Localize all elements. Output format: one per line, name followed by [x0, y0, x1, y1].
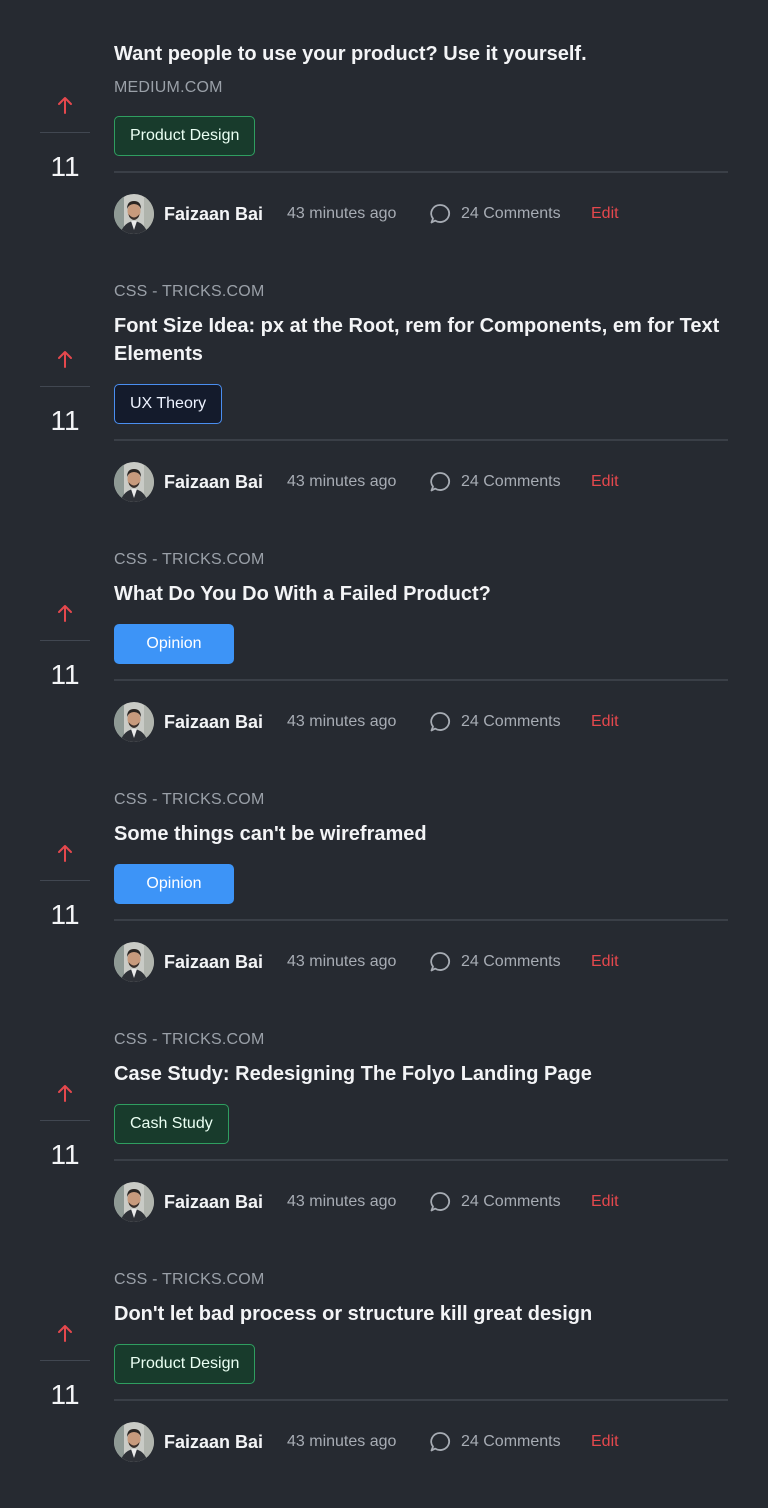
arrow-up-icon[interactable]	[55, 1083, 75, 1103]
author-name[interactable]: Faizaan Bai	[164, 951, 263, 973]
post-tag[interactable]: UX Theory	[114, 384, 223, 424]
post-divider	[114, 439, 728, 441]
comments-link[interactable]: 24 Comments	[461, 1432, 561, 1452]
vote-count: 11	[50, 1379, 80, 1410]
arrow-up-icon[interactable]	[55, 603, 75, 623]
vote-divider	[40, 640, 90, 641]
vote-count: 11	[50, 151, 80, 182]
author-name[interactable]: Faizaan Bai	[164, 1191, 263, 1213]
comments-link[interactable]: 24 Comments	[461, 712, 561, 732]
vote-count: 11	[50, 899, 80, 930]
comments-link[interactable]: 24 Comments	[461, 204, 561, 224]
chat-bubble-icon[interactable]	[429, 203, 451, 225]
post-title[interactable]: Don't let bad process or structure kill …	[114, 1300, 734, 1328]
post-tag[interactable]: Opinion	[114, 624, 234, 664]
edit-link[interactable]: Edit	[591, 1192, 619, 1212]
post-source[interactable]: CSS - TRICKS.COM	[114, 1270, 264, 1290]
author-name[interactable]: Faizaan Bai	[164, 1431, 263, 1453]
arrow-up-icon[interactable]	[55, 349, 75, 369]
post-divider	[114, 1399, 728, 1401]
vote-count: 11	[50, 405, 80, 436]
post-time: 43 minutes ago	[287, 713, 397, 730]
post-source[interactable]: MEDIUM.COM	[114, 78, 223, 98]
chat-bubble-icon[interactable]	[429, 1191, 451, 1213]
post-title[interactable]: Want people to use your product? Use it …	[114, 40, 734, 68]
chat-bubble-icon[interactable]	[429, 1431, 451, 1453]
post-meta: Faizaan Bai 43 minutes ago 24 Comments E…	[114, 1182, 728, 1222]
post-meta: Faizaan Bai 43 minutes ago 24 Comments E…	[114, 1422, 728, 1462]
comments-link[interactable]: 24 Comments	[461, 1192, 561, 1212]
post-divider	[114, 919, 728, 921]
post-time: 43 minutes ago	[287, 473, 397, 490]
edit-link[interactable]: Edit	[591, 1432, 619, 1452]
user-avatar[interactable]	[114, 194, 154, 234]
comments-link[interactable]: 24 Comments	[461, 472, 561, 492]
post-title[interactable]: Some things can't be wireframed	[114, 820, 734, 848]
post-meta: Faizaan Bai 43 minutes ago 24 Comments E…	[114, 942, 728, 982]
post-title[interactable]: Case Study: Redesigning The Folyo Landin…	[114, 1060, 734, 1088]
vote-divider	[40, 880, 90, 881]
chat-bubble-icon[interactable]	[429, 711, 451, 733]
edit-link[interactable]: Edit	[591, 204, 619, 224]
vote-divider	[40, 1360, 90, 1361]
user-avatar[interactable]	[114, 942, 154, 982]
author-name[interactable]: Faizaan Bai	[164, 203, 263, 225]
post-tag[interactable]: Opinion	[114, 864, 234, 904]
author-name[interactable]: Faizaan Bai	[164, 711, 263, 733]
post-meta: Faizaan Bai 43 minutes ago 24 Comments E…	[114, 194, 728, 234]
user-avatar[interactable]	[114, 462, 154, 502]
post-meta: Faizaan Bai 43 minutes ago 24 Comments E…	[114, 702, 728, 742]
vote-count: 11	[50, 1139, 80, 1170]
vote-count: 11	[50, 659, 80, 690]
arrow-up-icon[interactable]	[55, 95, 75, 115]
user-avatar[interactable]	[114, 1422, 154, 1462]
post-source[interactable]: CSS - TRICKS.COM	[114, 1030, 264, 1050]
edit-link[interactable]: Edit	[591, 472, 619, 492]
chat-bubble-icon[interactable]	[429, 951, 451, 973]
comments-link[interactable]: 24 Comments	[461, 952, 561, 972]
arrow-up-icon[interactable]	[55, 1323, 75, 1343]
user-avatar[interactable]	[114, 702, 154, 742]
arrow-up-icon[interactable]	[55, 843, 75, 863]
post-tag[interactable]: Cash Study	[114, 1104, 229, 1144]
vote-divider	[40, 132, 90, 133]
post-source[interactable]: CSS - TRICKS.COM	[114, 790, 264, 810]
author-name[interactable]: Faizaan Bai	[164, 471, 263, 493]
post-divider	[114, 1159, 728, 1161]
post-source[interactable]: CSS - TRICKS.COM	[114, 550, 264, 570]
post-source[interactable]: CSS - TRICKS.COM	[114, 282, 264, 302]
vote-divider	[40, 1120, 90, 1121]
post-title[interactable]: Font Size Idea: px at the Root, rem for …	[114, 312, 734, 368]
post-time: 43 minutes ago	[287, 1433, 397, 1450]
post-time: 43 minutes ago	[287, 953, 397, 970]
post-meta: Faizaan Bai 43 minutes ago 24 Comments E…	[114, 462, 728, 502]
vote-divider	[40, 386, 90, 387]
edit-link[interactable]: Edit	[591, 952, 619, 972]
user-avatar[interactable]	[114, 1182, 154, 1222]
edit-link[interactable]: Edit	[591, 712, 619, 732]
post-time: 43 minutes ago	[287, 1193, 397, 1210]
post-divider	[114, 679, 728, 681]
chat-bubble-icon[interactable]	[429, 471, 451, 493]
post-title[interactable]: What Do You Do With a Failed Product?	[114, 580, 734, 608]
post-tag[interactable]: Product Design	[114, 116, 256, 156]
post-time: 43 minutes ago	[287, 205, 397, 222]
post-divider	[114, 171, 728, 173]
post-tag[interactable]: Product Design	[114, 1344, 256, 1384]
